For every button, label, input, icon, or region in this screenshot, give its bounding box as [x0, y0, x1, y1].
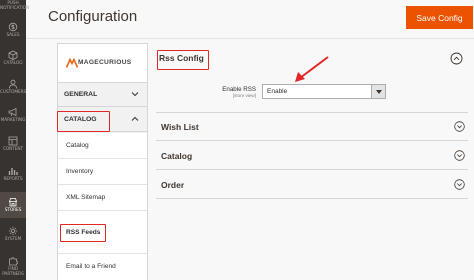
tab-item-email-to-a-friend[interactable]: Email to a Friend [58, 254, 147, 280]
enable-rss-label: Enable RSS [store view] [204, 86, 256, 98]
nav-item-label: REPORTS [3, 177, 23, 182]
collapse-circle-icon[interactable] [450, 52, 463, 65]
enable-rss-select[interactable]: Enable [262, 84, 386, 99]
scope-label: [store view] [232, 93, 256, 98]
section-label: GENERAL [64, 91, 98, 98]
nav-item-label: MARKETING [0, 118, 26, 123]
nav-item-label: SYSTEM [4, 237, 22, 242]
nav-item-content[interactable]: CONTENT [0, 132, 26, 158]
dollar-icon [8, 22, 18, 32]
tab-item-label: XML Sitemap [66, 194, 106, 201]
config-tabs-sidebar: MAGECURIOUS GENERAL CATALOG Catalog Inve… [57, 43, 148, 280]
nav-item-label: CATALOG [3, 61, 23, 66]
group-title: Catalog [161, 151, 193, 161]
page-title: Configuration [48, 8, 138, 25]
tab-item-label: Catalog [66, 142, 89, 149]
rss-config-group-title[interactable]: Rss Config [159, 53, 204, 63]
tab-item-label: Inventory [66, 168, 94, 175]
nav-item-label: FIND PARTNERS [2, 267, 24, 277]
nav-item-sales[interactable]: SALES [0, 20, 26, 44]
tab-item-label: Email to a Friend [66, 263, 116, 270]
nav-item-label: SALES [6, 33, 20, 38]
expand-circle-icon [454, 179, 465, 190]
layout-icon [8, 136, 18, 146]
tab-item-xml-sitemap[interactable]: XML Sitemap [58, 185, 147, 211]
rss-feeds-highlight-box [60, 224, 106, 242]
expand-circle-icon [454, 150, 465, 161]
nav-item-label: STORES [4, 208, 22, 213]
nav-item-reports[interactable]: REPORTS [0, 162, 26, 188]
nav-item-push-notification[interactable]: PUSH NOTIFICATION [0, 0, 30, 20]
logo-text: MAGECURIOUS [78, 59, 132, 66]
group-wish-list[interactable]: Wish List [156, 113, 468, 141]
box-icon [8, 50, 18, 60]
extension-logo: MAGECURIOUS [58, 44, 147, 83]
nav-item-label: PUSH NOTIFICATION [0, 1, 30, 11]
nav-item-stores[interactable]: STORES [0, 192, 26, 218]
person-icon [9, 79, 17, 89]
save-config-button[interactable]: Save Config [406, 6, 473, 29]
group-order[interactable]: Order [156, 171, 468, 199]
nav-item-customers[interactable]: CUSTOMERS [0, 76, 26, 100]
group-title: Order [161, 180, 185, 190]
enable-rss-label-text: Enable RSS [222, 86, 256, 93]
nav-item-catalog[interactable]: CATALOG [0, 48, 26, 72]
header-divider [26, 38, 474, 39]
admin-nav: PUSH NOTIFICATION SALES CATALOG CUSTOMER… [0, 0, 30, 280]
nav-item-label: CUSTOMERS [0, 90, 27, 95]
select-arrow-icon [371, 85, 385, 98]
tab-item-catalog[interactable]: Catalog [58, 133, 147, 159]
nav-item-system[interactable]: SYSTEM [0, 222, 26, 248]
nav-item-find-partners[interactable]: FIND PARTNERS [0, 252, 26, 280]
enable-rss-select-value: Enable [267, 88, 288, 95]
megaphone-icon [8, 107, 17, 117]
catalog-highlight-box [57, 111, 110, 132]
puzzle-icon [9, 257, 18, 266]
magecurious-logo-icon [66, 58, 78, 68]
bar-chart-icon [8, 168, 18, 175]
annotation-arrow-icon [295, 56, 329, 82]
chevron-down-icon [131, 92, 139, 97]
nav-item-marketing[interactable]: MARKETING [0, 104, 26, 128]
chevron-up-icon [131, 116, 139, 121]
magento-admin-app: PUSH NOTIFICATION SALES CATALOG CUSTOMER… [0, 0, 474, 280]
expand-circle-icon [454, 121, 465, 132]
group-catalog[interactable]: Catalog [156, 142, 468, 170]
nav-item-label: CONTENT [2, 147, 24, 152]
gear-icon [8, 226, 18, 236]
tab-item-inventory[interactable]: Inventory [58, 159, 147, 185]
group-title: Wish List [161, 122, 199, 132]
tab-section-general[interactable]: GENERAL [58, 83, 147, 107]
store-icon [9, 198, 17, 207]
